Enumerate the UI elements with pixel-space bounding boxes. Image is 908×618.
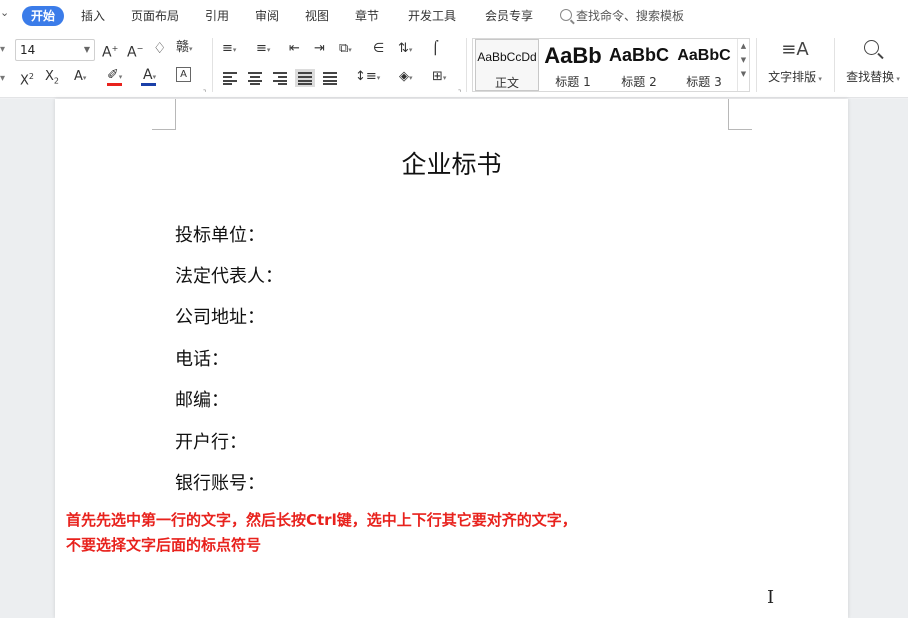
style-heading-1[interactable]: AaBb 标题 1 (541, 39, 605, 91)
numbered-list-icon[interactable]: ≡▾ (256, 40, 270, 59)
collapse-arrow-icon[interactable]: ⌄ (0, 6, 9, 19)
magnifier-icon (862, 38, 884, 62)
margin-mark-top-left (152, 99, 176, 130)
font-effect-dropdown-icon[interactable]: ▾ (0, 70, 5, 88)
ribbon-toolbar: ▾ 14 ▼ A+ A− ♢ 赣▾ ▾ X2 X2 A▾ ✐▾ A▾ A ⌝ ≡… (0, 32, 908, 98)
text-layout-label: 文字排版 ▾ (768, 70, 822, 84)
find-replace-label: 查找替换 ▾ (846, 70, 900, 84)
line-spacing-icon[interactable]: ↕≡▾ (355, 68, 380, 87)
field-bidder[interactable]: 投标单位： (175, 221, 265, 247)
borders-icon[interactable]: ⊞▾ (432, 68, 446, 87)
font-size-value: 14 (20, 43, 36, 57)
field-phone[interactable]: 电话： (175, 345, 229, 371)
text-direction-icon[interactable]: ∈ (373, 40, 384, 58)
chevron-down-icon[interactable]: ▼ (738, 56, 749, 64)
chinese-layout-icon[interactable]: ⧉▾ (339, 40, 352, 59)
character-border-icon[interactable]: A (176, 67, 191, 82)
document-page[interactable]: 企业标书 投标单位： 法定代表人： 公司地址： 电话： 邮编： 开户行： 银行账… (55, 99, 848, 618)
search-icon (560, 9, 572, 21)
highlight-color-bar (107, 83, 122, 86)
show-marks-icon[interactable]: ⌠ (432, 40, 439, 58)
align-center-icon[interactable] (248, 72, 262, 85)
subscript-icon[interactable]: X2 (45, 68, 59, 91)
style-name: 标题 2 (621, 75, 657, 89)
field-legal-rep[interactable]: 法定代表人： (175, 262, 283, 288)
clear-format-icon[interactable]: ♢ (153, 39, 166, 57)
find-replace-button[interactable]: 查找替换 ▾ (840, 38, 906, 92)
toolbar-separator (466, 38, 467, 92)
grow-font-icon[interactable]: A+ (102, 40, 118, 62)
tab-view[interactable]: 视图 (305, 6, 329, 26)
decrease-indent-icon[interactable]: ⇤ (289, 40, 300, 58)
style-name: 标题 1 (555, 75, 591, 89)
toolbar-separator (756, 38, 757, 92)
menu-tab-bar: ⌄ 开始 插入 页面布局 引用 审阅 视图 章节 开发工具 会员专享 查找命令、… (0, 0, 908, 32)
tab-member[interactable]: 会员专享 (485, 6, 533, 26)
text-layout-label-text: 文字排版 (768, 70, 817, 84)
instruction-line-2: 不要选择文字后面的标点符号 (66, 536, 262, 554)
tab-page-layout[interactable]: 页面布局 (131, 6, 179, 26)
styles-scroll[interactable]: ▲ ▼ ▼ (737, 39, 749, 91)
document-title[interactable]: 企业标书 (55, 145, 848, 181)
field-address[interactable]: 公司地址： (175, 303, 265, 329)
font-size-select[interactable]: 14 ▼ (15, 39, 95, 61)
instruction-line-1: 首先先选中第一行的文字，然后长按Ctrl键，选中上下行其它要对齐的文字， (66, 511, 577, 529)
superscript-icon[interactable]: X2 (20, 68, 34, 90)
chevron-up-icon[interactable]: ▲ (738, 42, 749, 50)
increase-indent-icon[interactable]: ⇥ (314, 40, 325, 58)
toolbar-separator (834, 38, 835, 92)
bullet-list-icon[interactable]: ≡▾ (222, 40, 236, 59)
find-replace-label-text: 查找替换 (846, 70, 895, 84)
style-normal[interactable]: AaBbCcDd 正文 (475, 39, 539, 91)
font-color-bar (141, 83, 156, 86)
align-right-icon[interactable] (273, 72, 287, 85)
text-effect-icon[interactable]: A▾ (74, 68, 86, 87)
style-heading-3[interactable]: AaBbC 标题 3 (673, 39, 735, 91)
tab-home[interactable]: 开始 (22, 6, 65, 26)
style-sample: AaBbC (677, 47, 731, 64)
style-sample: AaBbC (608, 45, 669, 65)
font-name-dropdown-icon[interactable]: ▾ (0, 41, 5, 59)
shading-icon[interactable]: ◈▾ (399, 68, 413, 87)
expand-gallery-icon[interactable]: ▼ (738, 70, 749, 78)
sort-icon[interactable]: ⇅▾ (398, 40, 412, 59)
field-account[interactable]: 银行账号： (175, 469, 265, 495)
tab-review[interactable]: 审阅 (255, 6, 279, 26)
text-cursor-icon: I (767, 587, 775, 608)
field-bank[interactable]: 开户行： (175, 428, 247, 454)
justify-icon[interactable] (295, 69, 315, 87)
style-sample: AaBb (544, 43, 602, 68)
chevron-down-icon: ▼ (83, 45, 90, 54)
style-sample: AaBbCcDd (477, 50, 537, 64)
style-name: 标题 3 (686, 75, 722, 89)
phonetic-guide-icon[interactable]: 赣▾ (176, 39, 193, 58)
shrink-font-icon[interactable]: A− (127, 40, 143, 62)
tab-references[interactable]: 引用 (205, 6, 229, 26)
text-layout-button[interactable]: ≡A 文字排版 ▾ (762, 38, 828, 92)
command-search[interactable]: 查找命令、搜索模板 (560, 6, 684, 26)
text-layout-icon: ≡A (781, 39, 809, 60)
field-postcode[interactable]: 邮编： (175, 386, 229, 412)
style-heading-2[interactable]: AaBbC 标题 2 (607, 39, 671, 91)
tab-developer[interactable]: 开发工具 (408, 6, 456, 26)
tab-chapter[interactable]: 章节 (355, 6, 379, 26)
align-left-icon[interactable] (223, 72, 237, 85)
margin-mark-top-right (728, 99, 752, 130)
distributed-align-icon[interactable] (323, 72, 337, 85)
style-name: 正文 (494, 76, 519, 90)
document-area: 企业标书 投标单位： 法定代表人： 公司地址： 电话： 邮编： 开户行： 银行账… (0, 99, 908, 618)
toolbar-separator (212, 38, 213, 92)
styles-gallery: AaBbCcDd 正文 AaBb 标题 1 AaBbC 标题 2 AaBbC 标… (472, 38, 750, 92)
tab-insert[interactable]: 插入 (81, 6, 105, 26)
search-placeholder: 查找命令、搜索模板 (576, 9, 685, 23)
